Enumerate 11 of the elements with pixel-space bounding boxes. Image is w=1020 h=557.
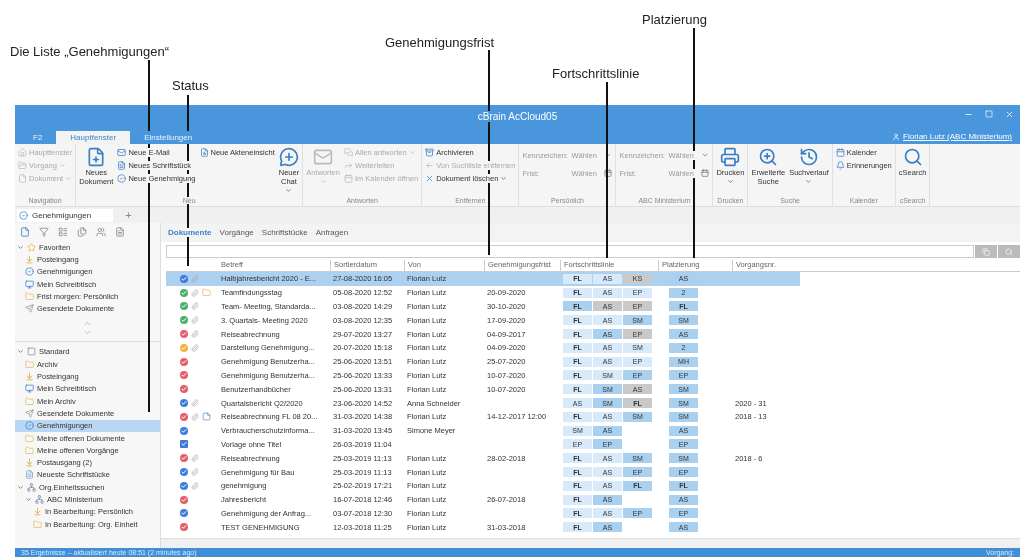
annotation-label: Status xyxy=(172,78,209,93)
annotation-label: Fortschrittslinie xyxy=(552,66,640,81)
annotation-label: Platzierung xyxy=(642,12,708,27)
annotation-label: Die Liste „Genehmigungen“ xyxy=(10,44,169,59)
view-tab[interactable]: Vorgänge xyxy=(219,228,254,237)
view-tab[interactable]: Schriftstücke xyxy=(261,228,308,237)
document-tab[interactable]: Genehmigungen xyxy=(17,208,114,222)
ribbon-tab[interactable]: Hauptfenster xyxy=(56,131,131,144)
view-tab[interactable]: Dokumente xyxy=(168,228,212,237)
annotation-label: Genehmigungsfrist xyxy=(385,35,495,50)
view-tab[interactable]: Anfragen xyxy=(315,228,349,237)
